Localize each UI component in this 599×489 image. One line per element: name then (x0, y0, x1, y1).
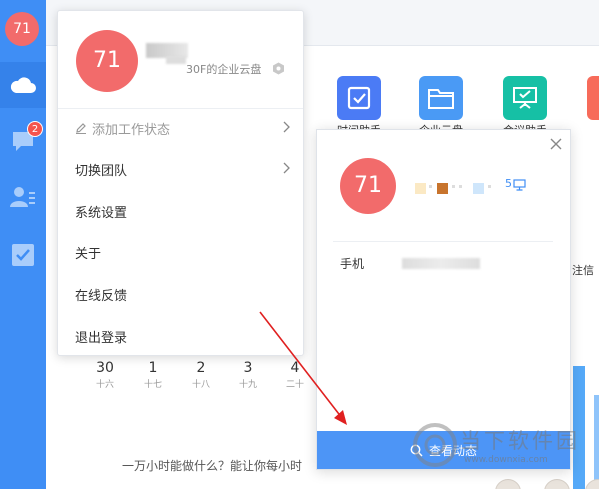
profile-menu: 71 30F的企业云盘 添加工作状态 切换团队 系统设置 关于 在线反馈 退出登… (57, 10, 304, 356)
view-activity-button[interactable]: 查看动态 (317, 431, 570, 469)
redacted-name (415, 183, 426, 194)
menu-item-logout[interactable]: 退出登录 (75, 324, 290, 348)
redacted-name (437, 183, 448, 194)
presentation-icon (513, 87, 537, 109)
chevron-right-icon (283, 121, 290, 133)
chart-bar (594, 395, 599, 489)
calendar-day[interactable]: 2 十八 (186, 360, 216, 390)
unread-badge: 2 (27, 121, 43, 137)
chevron-right-icon (283, 162, 290, 174)
calendar-day[interactable]: 4 二十 (280, 360, 310, 390)
menu-item-switch-team[interactable]: 切换团队 (75, 157, 290, 181)
left-rail: 71 2 (0, 0, 46, 489)
contact-id-digit: 5 (505, 177, 512, 190)
phone-label: 手机 (340, 257, 365, 271)
contact-avatar: 71 (340, 158, 396, 214)
redacted-name (473, 183, 484, 194)
redacted-name (459, 185, 462, 188)
folder-icon (428, 89, 454, 109)
avatar (585, 479, 599, 489)
view-activity-label: 查看动态 (428, 443, 477, 458)
calendar-day[interactable]: 3 十九 (233, 360, 263, 390)
bottom-banner-text[interactable]: 一万小时能做什么？能让你每小时 (122, 457, 302, 474)
checkbox-icon (347, 86, 371, 110)
calendar-day[interactable]: 1 十七 (138, 360, 168, 390)
app-tile-cloud-drive[interactable] (419, 76, 463, 120)
menu-item-label: 添加工作状态 (92, 122, 171, 138)
avatar (495, 479, 521, 489)
chart-bar (573, 366, 585, 489)
nav-cloud[interactable] (0, 62, 46, 108)
app-tile-meeting-assistant[interactable] (503, 76, 547, 120)
nav-contacts[interactable] (0, 174, 46, 220)
nav-tasks[interactable] (0, 232, 46, 278)
profile-avatar: 71 (76, 30, 138, 92)
team-name: 30F的企业云盘 (186, 63, 262, 76)
close-icon[interactable] (549, 137, 563, 151)
redacted-name (429, 185, 432, 188)
contacts-icon (10, 187, 35, 207)
contact-card: 71 5 手机 查看动态 (316, 129, 571, 470)
app-tile-partial[interactable] (587, 76, 599, 120)
menu-item-label: 退出登录 (75, 330, 128, 346)
menu-item-label: 在线反馈 (75, 288, 128, 304)
menu-item-feedback[interactable]: 在线反馈 (75, 282, 290, 306)
redacted-name (452, 185, 455, 188)
side-text: 注信 (572, 264, 594, 277)
menu-item-about[interactable]: 关于 (75, 240, 290, 264)
user-avatar[interactable]: 71 (5, 12, 39, 46)
redacted-phone (402, 258, 480, 269)
divider (333, 241, 553, 242)
divider (58, 108, 303, 109)
calendar-day[interactable]: 30 十六 (90, 360, 120, 390)
menu-item-settings[interactable]: 系统设置 (75, 199, 290, 223)
redacted-name (488, 185, 491, 188)
edit-icon (76, 123, 86, 134)
menu-item-add-status[interactable]: 添加工作状态 (75, 116, 290, 140)
menu-item-label: 系统设置 (75, 205, 128, 221)
app-tile-time-assistant[interactable] (337, 76, 381, 120)
cloud-icon (10, 77, 36, 93)
redacted-text (166, 56, 186, 64)
settings-icon[interactable] (272, 62, 285, 75)
checkbox-icon (12, 244, 34, 266)
menu-item-label: 切换团队 (75, 163, 128, 179)
menu-item-label: 关于 (75, 246, 102, 262)
avatar (544, 479, 570, 489)
search-icon (410, 444, 423, 457)
desktop-icon (513, 179, 526, 191)
